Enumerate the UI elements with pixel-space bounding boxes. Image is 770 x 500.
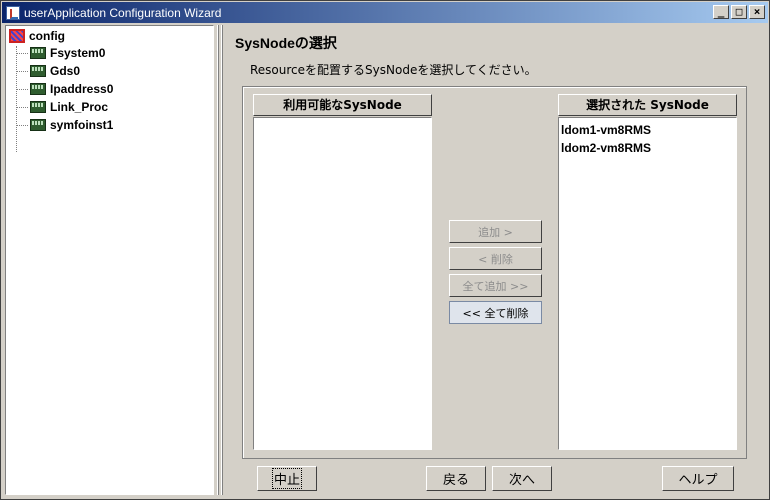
add-button[interactable]: 追加 > bbox=[449, 220, 542, 243]
tree-item-gds0[interactable]: Gds0 bbox=[16, 64, 80, 78]
resource-tree-panel[interactable]: config Fsystem0 Gds0 Ipaddress0 Link_Pro… bbox=[5, 25, 214, 495]
resource-icon bbox=[30, 47, 46, 59]
resource-icon bbox=[30, 119, 46, 131]
tree-item-fsystem0[interactable]: Fsystem0 bbox=[16, 46, 105, 60]
split-pane-divider[interactable] bbox=[215, 25, 223, 495]
title-bar: userApplication Configuration Wizard _ □… bbox=[2, 2, 768, 23]
remove-button[interactable]: < 削除 bbox=[449, 247, 542, 270]
help-button[interactable]: ヘルプ bbox=[662, 466, 734, 491]
next-button[interactable]: 次へ bbox=[492, 466, 552, 491]
tree-branch-line bbox=[16, 52, 28, 54]
tree-item-label: Fsystem0 bbox=[50, 46, 106, 60]
list-item[interactable]: ldom1-vm8RMS bbox=[559, 121, 736, 139]
page-description: Resourceを配置するSysNodeを選択してください。 bbox=[250, 63, 537, 77]
cancel-button[interactable]: 中止 bbox=[257, 466, 317, 491]
tree-branch-line bbox=[16, 88, 28, 90]
list-item[interactable]: ldom2-vm8RMS bbox=[559, 139, 736, 157]
tree-item-label: symfoinst1 bbox=[50, 118, 114, 132]
tree-item-symfoinst1[interactable]: symfoinst1 bbox=[16, 118, 113, 132]
tree-branch-line bbox=[16, 70, 28, 72]
add-all-button[interactable]: 全て追加 >> bbox=[449, 274, 542, 297]
selected-list-header: 選択された SysNode bbox=[558, 94, 737, 116]
close-button[interactable]: × bbox=[749, 5, 765, 19]
wizard-window: userApplication Configuration Wizard _ □… bbox=[0, 0, 770, 500]
java-app-icon bbox=[6, 5, 20, 20]
window-title: userApplication Configuration Wizard bbox=[24, 5, 222, 20]
tree-connector bbox=[16, 46, 17, 152]
tree-item-label: Link_Proc bbox=[50, 100, 109, 114]
tree-item-label: Ipaddress0 bbox=[50, 82, 114, 96]
remove-all-button[interactable]: << 全て削除 bbox=[449, 301, 542, 324]
cancel-button-label: 中止 bbox=[271, 468, 302, 489]
tree-item-link-proc[interactable]: Link_Proc bbox=[16, 100, 108, 114]
tree-branch-line bbox=[16, 106, 28, 108]
tree-root-config[interactable]: config bbox=[9, 29, 65, 43]
available-sysnode-list[interactable] bbox=[253, 117, 432, 450]
back-button[interactable]: 戻る bbox=[426, 466, 486, 491]
maximize-button[interactable]: □ bbox=[731, 5, 747, 19]
config-icon bbox=[9, 29, 25, 43]
page-title: SysNodeの選択 bbox=[235, 35, 337, 51]
minimize-button[interactable]: _ bbox=[713, 5, 729, 19]
tree-item-ipaddress0[interactable]: Ipaddress0 bbox=[16, 82, 113, 96]
selected-sysnode-list[interactable]: ldom1-vm8RMS ldom2-vm8RMS bbox=[558, 117, 737, 450]
resource-icon bbox=[30, 83, 46, 95]
resource-icon bbox=[30, 65, 46, 77]
available-list-header: 利用可能なSysNode bbox=[253, 94, 432, 116]
window-controls: _ □ × bbox=[713, 5, 765, 19]
tree-root-label: config bbox=[29, 29, 65, 43]
tree-item-label: Gds0 bbox=[50, 64, 81, 78]
tree-branch-line bbox=[16, 124, 28, 126]
resource-icon bbox=[30, 101, 46, 113]
